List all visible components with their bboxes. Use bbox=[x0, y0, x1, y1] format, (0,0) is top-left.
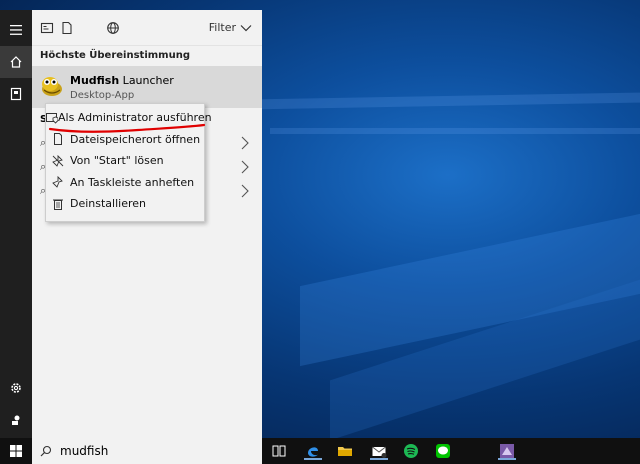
taskbar-search-box[interactable] bbox=[32, 438, 262, 464]
active-indicator bbox=[498, 458, 516, 460]
document-icon bbox=[62, 21, 72, 35]
scope-apps-tab[interactable] bbox=[38, 19, 56, 37]
task-view-icon bbox=[272, 445, 286, 457]
menu-item-label: Als Administrator ausführen bbox=[58, 111, 212, 125]
search-input[interactable] bbox=[60, 444, 240, 458]
notebook-button[interactable] bbox=[0, 78, 32, 110]
chevron-right-icon[interactable] bbox=[240, 184, 250, 198]
unpin-icon bbox=[46, 154, 70, 167]
feedback-button[interactable] bbox=[0, 404, 32, 436]
search-icon bbox=[40, 445, 52, 457]
chevron-right-icon[interactable] bbox=[240, 136, 250, 150]
filter-label: Filter bbox=[208, 21, 236, 34]
spotify-button[interactable] bbox=[402, 442, 420, 460]
mudfish-app-icon bbox=[38, 72, 66, 100]
uninstall-item[interactable]: Deinstallieren bbox=[46, 193, 204, 215]
filter-dropdown[interactable]: Filter bbox=[209, 21, 252, 34]
best-match-result[interactable]: Mudfish Launcher Desktop-App bbox=[32, 66, 262, 108]
scope-web-tab[interactable] bbox=[104, 19, 122, 37]
mail-button[interactable] bbox=[370, 442, 388, 460]
home-icon bbox=[10, 56, 22, 68]
globe-icon bbox=[107, 22, 119, 34]
notebook-icon bbox=[10, 87, 22, 101]
edge-button[interactable] bbox=[304, 442, 322, 460]
task-view-button[interactable] bbox=[270, 442, 288, 460]
line-button[interactable] bbox=[434, 442, 452, 460]
windows-logo-icon bbox=[10, 445, 22, 457]
pin-icon bbox=[46, 176, 70, 189]
start-button[interactable] bbox=[0, 438, 32, 464]
app-name: Mudfish Launcher bbox=[70, 74, 174, 87]
home-button[interactable] bbox=[0, 46, 32, 78]
menu-item-label: Dateispeicherort öffnen bbox=[70, 132, 201, 146]
line-icon bbox=[436, 444, 450, 458]
run-as-admin-item[interactable]: Als Administrator ausführen bbox=[46, 107, 212, 129]
shield-window-icon bbox=[46, 112, 58, 124]
taskbar bbox=[0, 438, 640, 464]
mudfish-taskbar-button[interactable] bbox=[498, 442, 516, 460]
trash-icon bbox=[46, 198, 70, 210]
menu-item-label: Von "Start" lösen bbox=[70, 154, 164, 168]
settings-button[interactable] bbox=[0, 372, 32, 404]
active-indicator bbox=[370, 458, 388, 460]
gear-icon bbox=[11, 383, 21, 393]
menu-item-label: An Taskleiste anheften bbox=[70, 175, 195, 189]
app-name-rest: Launcher bbox=[119, 74, 174, 87]
apps-icon bbox=[40, 22, 54, 34]
app-name-bold: Mudfish bbox=[70, 74, 120, 87]
pin-to-taskbar-item[interactable]: An Taskleiste anheften bbox=[46, 172, 204, 194]
start-left-rail bbox=[0, 10, 32, 438]
mail-icon bbox=[372, 446, 387, 458]
chevron-right-icon[interactable] bbox=[240, 160, 250, 174]
unpin-from-start-item[interactable]: Von "Start" lösen bbox=[46, 150, 204, 172]
scope-documents-tab[interactable] bbox=[58, 19, 76, 37]
file-explorer-icon bbox=[338, 447, 352, 456]
file-icon bbox=[46, 133, 70, 146]
feedback-icon bbox=[12, 415, 20, 425]
active-indicator bbox=[304, 458, 322, 460]
menu-item-label: Deinstallieren bbox=[70, 197, 147, 211]
app-type: Desktop-App bbox=[70, 90, 135, 101]
hamburger-icon bbox=[10, 25, 22, 35]
chevron-down-icon bbox=[240, 24, 252, 32]
open-file-location-item[interactable]: Dateispeicherort öffnen bbox=[46, 129, 204, 151]
context-menu: Als Administrator ausführen Dateispeiche… bbox=[45, 103, 212, 222]
search-results-panel: Filter Höchste Übereinstimmung Mudfish L… bbox=[32, 10, 262, 438]
search-scope-bar: Filter bbox=[32, 10, 262, 46]
expand-menu-button[interactable] bbox=[0, 14, 32, 46]
file-explorer-button[interactable] bbox=[336, 442, 354, 460]
mudfish-icon bbox=[500, 444, 514, 458]
spotify-icon bbox=[404, 444, 418, 458]
best-match-heading: Höchste Übereinstimmung bbox=[40, 50, 190, 61]
edge-icon bbox=[308, 447, 318, 457]
